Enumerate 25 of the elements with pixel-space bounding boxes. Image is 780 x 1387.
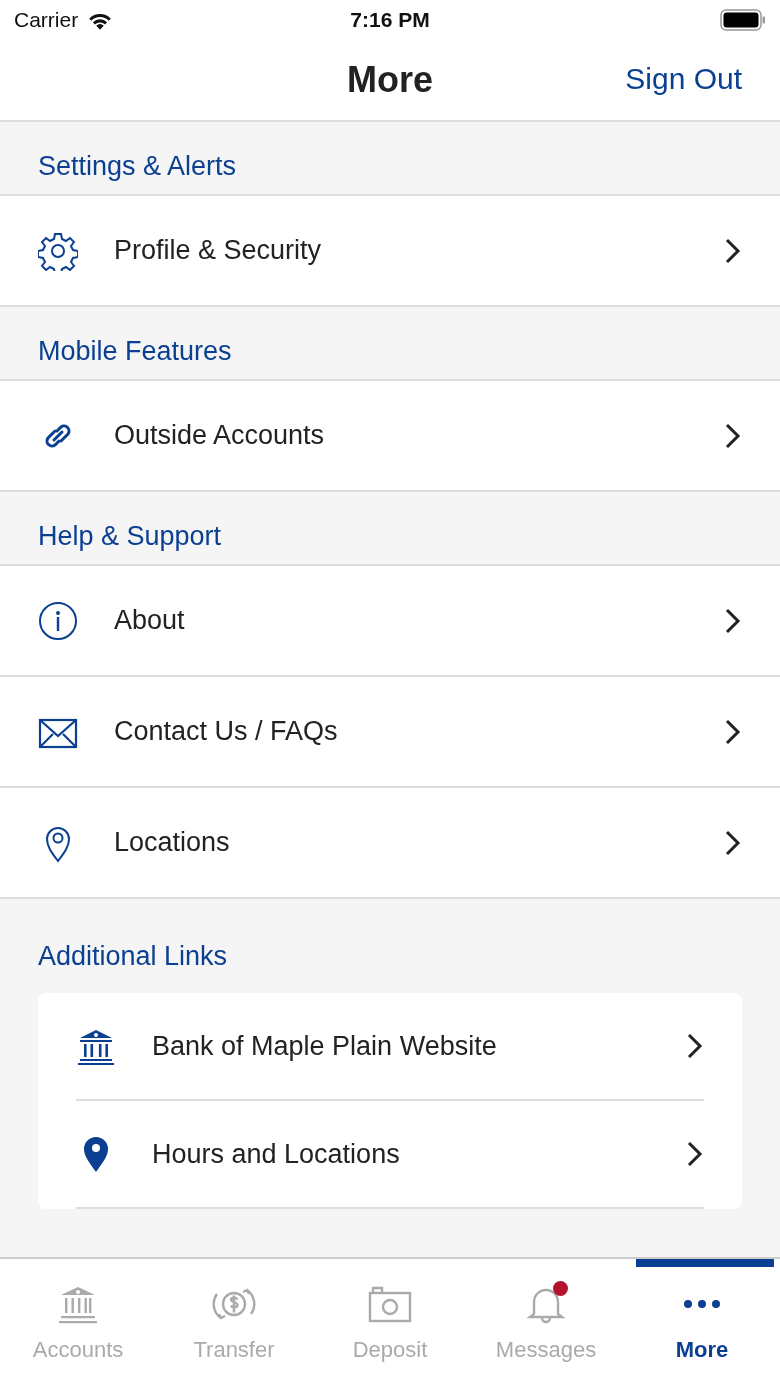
- battery-icon: [720, 9, 766, 31]
- sign-out-link[interactable]: Sign Out: [625, 62, 742, 96]
- more-dots-icon: [682, 1298, 722, 1310]
- list-item[interactable]: Outside Accounts: [0, 381, 780, 492]
- item-label: Contact Us / FAQs: [114, 716, 339, 747]
- tab-item[interactable]: More: [624, 1259, 780, 1387]
- gear-icon: [38, 230, 78, 271]
- list-item[interactable]: Contact Us / FAQs: [0, 677, 780, 788]
- camera-icon: [368, 1284, 412, 1324]
- status-time: 7:16 PM: [350, 8, 430, 32]
- screen-title: More: [347, 59, 433, 101]
- info-icon: [38, 600, 78, 641]
- item-label: Bank of Maple Plain Website: [152, 1030, 498, 1062]
- list-item[interactable]: About: [0, 566, 780, 677]
- item-label: Locations: [114, 827, 231, 858]
- list-item[interactable]: Bank of Maple Plain Website: [76, 993, 704, 1101]
- list-item[interactable]: Profile & Security: [0, 196, 780, 307]
- bank-icon: [58, 1284, 98, 1324]
- item-label: About: [114, 605, 186, 636]
- item-label: Outside Accounts: [114, 420, 326, 451]
- item-label: Profile & Security: [114, 235, 323, 266]
- item-label: Hours and Locations: [152, 1138, 401, 1170]
- list-item[interactable]: Locations: [0, 788, 780, 899]
- list-item[interactable]: Hours and Locations: [76, 1101, 704, 1209]
- carrier-name: Carrier: [14, 8, 79, 32]
